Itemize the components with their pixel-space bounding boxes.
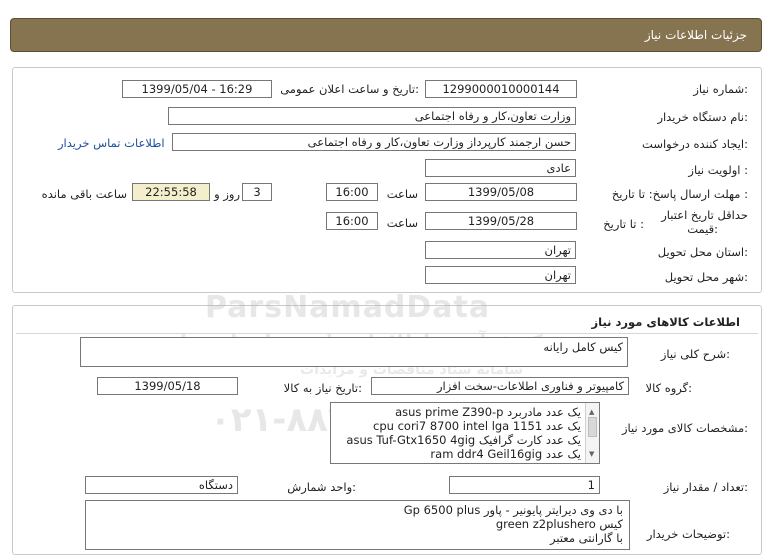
announce-label: تاریخ و ساعت اعلان عمومی: [280,82,419,96]
remaining-time-label: ساعت باقی مانده [41,187,127,201]
reply-time-label: ساعت [386,187,418,201]
price-validity-to-date-label: تا تاریخ : [603,217,644,231]
remaining-days-field: 3 [242,183,272,201]
buyer-notes-line: با دی وی دیرایتر پایونیر - پاور Gp 6500 … [403,503,623,517]
buyer-org-label: نام دستگاه خریدار: [657,110,748,124]
unit-label: واحد شمارش: [287,480,356,494]
scroll-thumb[interactable] [588,417,597,437]
priority-label: اولویت نیاز : [688,163,748,177]
price-validity-time-label: ساعت [386,216,418,230]
requester-label: ایجاد کننده درخواست: [642,137,748,151]
page-header: جزئیات اطلاعات نیاز [10,18,762,52]
reply-date-field: 1399/05/08 [425,183,577,201]
need-number-label: شماره نیاز: [693,82,748,96]
page-title: جزئیات اطلاعات نیاز [644,28,747,42]
quantity-label: تعداد / مقدار نیاز: [663,480,748,494]
reply-deadline-label: مهلت ارسال پاسخ: تا تاریخ : [611,187,748,201]
city-field: تهران [425,266,576,284]
reply-time-field: 16:00 [326,183,378,201]
summary-label: شرح کلی نیاز: [660,347,730,361]
goods-group-field: کامپیوتر و فناوری اطلاعات-سخت افزار [371,377,629,395]
need-date-label: تاریخ نیاز به کالا: [283,381,362,395]
buyer-notes-line: کیس green z2plushero [495,517,623,531]
specs-scrollbar[interactable]: ▲ ▼ [585,403,599,463]
price-validity-label-2: قیمت: [687,222,718,236]
scroll-down-icon[interactable]: ▼ [589,447,594,461]
specs-line: یک عدد cpu cori7 8700 intel lga 1151 [373,419,581,433]
remaining-time-field: 22:55:58 [132,183,210,201]
specs-line: یک عدد مادربرد asus prime Z390-p [395,405,581,419]
quantity-field: 1 [449,476,600,494]
specs-list[interactable]: یک عدد مادربرد asus prime Z390-p یک عدد … [330,402,600,464]
buyer-notes-label: توضیحات خریدار: [646,527,730,541]
specs-label: مشخصات کالای مورد نیاز: [621,421,748,435]
buyer-notes-line: با گارانتی معتبر [550,531,623,545]
specs-line: یک عدد کارت گرافیک asus Tuf-Gtx1650 4gig [346,433,581,447]
summary-field: کیس کامل رایانه [80,337,628,367]
specs-line: یک عدد ram ddr4 Geil16gig [430,447,581,461]
unit-field: دستگاه [85,476,238,494]
buyer-org-field: وزارت تعاون،کار و رفاه اجتماعی [168,107,576,125]
remaining-days-label: روز و [214,187,240,201]
need-number-field: 1299000010000144 [425,80,577,98]
price-validity-time-field: 16:00 [326,212,378,230]
goods-divider [16,333,758,334]
price-validity-date-field: 1399/05/28 [425,212,577,230]
need-info-panel [12,67,762,293]
priority-field: عادی [425,159,576,177]
announce-field: 1399/05/04 - 16:29 [122,80,272,98]
requester-field: حسن ارجمند کارپرداز وزارت تعاون،کار و رف… [172,133,576,151]
province-field: تهران [425,241,576,259]
need-date-field: 1399/05/18 [97,377,238,395]
goods-section-title: اطلاعات کالاهای مورد نیاز [591,315,740,329]
goods-group-label: گروه کالا: [645,381,692,395]
city-label: شهر محل تحویل: [664,270,748,284]
price-validity-label-1: حداقل تاریخ اعتبار [661,208,748,222]
province-label: استان محل تحویل: [657,245,748,259]
buyer-notes-box: با دی وی دیرایتر پایونیر - پاور Gp 6500 … [85,500,630,550]
buyer-contact-link[interactable]: اطلاعات تماس خریدار [58,136,165,150]
